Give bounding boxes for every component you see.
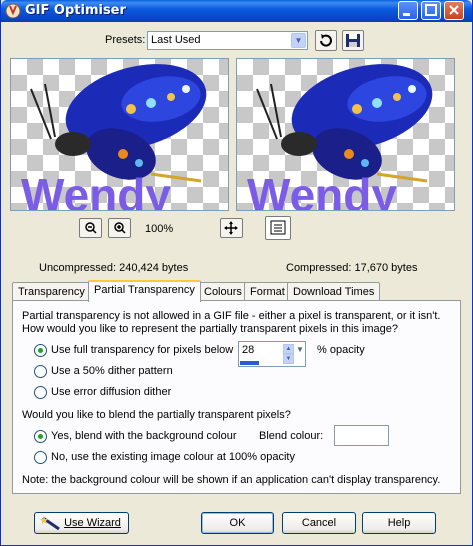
blend-colour-label: Blend colour: <box>259 430 324 442</box>
radio-blend-no[interactable] <box>34 451 47 464</box>
save-icon <box>346 34 360 47</box>
maximize-icon <box>425 4 437 16</box>
ok-button[interactable]: OK <box>201 512 274 534</box>
preview-toggle-button[interactable] <box>265 216 291 240</box>
gif-optimiser-dialog: GIF Optimiser Presets: Last Used ▼ Wendy… <box>0 0 473 546</box>
blend-question: Would you like to blend the partially tr… <box>22 409 291 421</box>
tab-format[interactable]: Format <box>244 282 291 301</box>
app-icon <box>5 3 21 19</box>
partial-transparency-panel: Partial transparency is not allowed in a… <box>12 300 461 494</box>
tab-transparency[interactable]: Transparency <box>12 282 91 301</box>
zoom-in-button[interactable] <box>108 218 131 238</box>
use-wizard-button[interactable]: Use Wizard <box>34 512 129 534</box>
radio-full-transparency[interactable] <box>34 344 47 357</box>
intro-line-2: How would you like to represent the part… <box>22 323 399 335</box>
spin-down-icon[interactable]: ▼ <box>283 354 294 364</box>
option-full-transparency-label[interactable]: Use full transparency for pixels below <box>51 344 233 356</box>
help-button[interactable]: Help <box>362 512 436 534</box>
chevron-down-icon[interactable]: ▼ <box>295 345 305 359</box>
reset-preset-button[interactable] <box>315 30 337 51</box>
intro-line-1: Partial transparency is not allowed in a… <box>22 310 441 322</box>
zoom-out-icon <box>85 222 97 234</box>
butterfly-image: Wendy <box>21 64 207 211</box>
spin-up-icon[interactable]: ▲ <box>283 344 294 354</box>
butterfly-image-optimized: Wendy <box>247 64 433 211</box>
presets-selected-value: Last Used <box>151 34 201 46</box>
tab-colours[interactable]: Colours <box>198 282 248 301</box>
cancel-button[interactable]: Cancel <box>282 512 356 534</box>
presets-label: Presets: <box>105 34 146 46</box>
use-wizard-label: Use Wizard <box>64 517 121 529</box>
move-icon <box>224 221 238 235</box>
opacity-spinner[interactable]: 28 ▲ ▼ ▼ <box>238 341 306 367</box>
option-error-diffusion-label[interactable]: Use error diffusion dither <box>51 386 171 398</box>
optimized-preview[interactable]: Wendy <box>236 58 455 211</box>
uncompressed-size: Uncompressed: 240,424 bytes <box>39 262 189 274</box>
tab-download-times[interactable]: Download Times <box>287 282 381 301</box>
opacity-value[interactable]: 28 <box>242 344 254 356</box>
wizard-icon <box>40 516 60 531</box>
chevron-down-icon[interactable]: ▼ <box>291 33 306 48</box>
save-preset-button[interactable] <box>342 30 364 51</box>
minimize-button[interactable] <box>398 1 418 20</box>
window-title: GIF Optimiser <box>25 3 126 18</box>
compressed-size: Compressed: 17,670 bytes <box>286 262 418 274</box>
opacity-slider-fill <box>240 361 259 365</box>
blend-yes-label[interactable]: Yes, blend with the background colour <box>51 430 237 442</box>
maximize-button[interactable] <box>421 1 441 20</box>
radio-dither-50[interactable] <box>34 365 47 378</box>
refresh-icon <box>320 34 332 47</box>
original-preview[interactable]: Wendy <box>10 58 229 211</box>
close-icon <box>449 5 459 15</box>
presets-dropdown[interactable]: Last Used ▼ <box>147 31 308 50</box>
background-note: Note: the background colour will be show… <box>22 474 441 486</box>
pan-button[interactable] <box>220 218 243 238</box>
zoom-level: 100% <box>145 223 174 235</box>
watermark-text-optimized: Wendy <box>247 169 397 211</box>
radio-blend-yes[interactable] <box>34 430 47 443</box>
blend-colour-swatch[interactable] <box>334 425 389 446</box>
zoom-in-icon <box>114 222 126 234</box>
preview-toggle-icon <box>270 220 286 235</box>
option-dither-50-label[interactable]: Use a 50% dither pattern <box>51 365 173 377</box>
blend-no-label[interactable]: No, use the existing image colour at 100… <box>51 451 295 463</box>
close-button[interactable] <box>444 1 464 20</box>
title-bar[interactable]: GIF Optimiser <box>1 0 472 22</box>
radio-error-diffusion[interactable] <box>34 386 47 399</box>
watermark-text: Wendy <box>21 169 171 211</box>
tab-partial-transparency[interactable]: Partial Transparency <box>88 280 201 302</box>
minimize-icon <box>403 13 410 16</box>
opacity-suffix: % opacity <box>317 344 365 356</box>
zoom-out-button[interactable] <box>79 218 102 238</box>
